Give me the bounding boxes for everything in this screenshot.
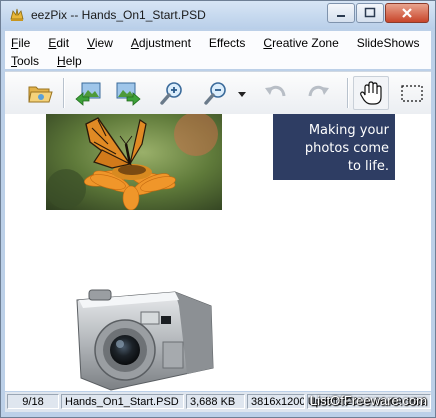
zoom-in-icon bbox=[160, 82, 182, 105]
open-folder-icon bbox=[28, 86, 53, 103]
menu-row-1: File Edit View Adjustment Effects Creati… bbox=[11, 34, 436, 52]
status-filename: Hands_On1_Start.PSD bbox=[61, 394, 184, 409]
next-image-button[interactable] bbox=[113, 78, 143, 108]
status-bar: 9/18 Hands_On1_Start.PSD 3,688 KB 3816x1… bbox=[5, 392, 431, 412]
menu-bar: File Edit View Adjustment Effects Creati… bbox=[5, 31, 431, 69]
app-window: eezPix -- Hands_On1_Start.PSD File Edit … bbox=[0, 0, 436, 418]
selection-marquee-icon bbox=[401, 85, 423, 102]
next-image-icon bbox=[116, 82, 141, 106]
caption-buttons bbox=[326, 3, 429, 23]
zoom-out-icon bbox=[204, 82, 226, 105]
digital-camera-photo bbox=[76, 289, 214, 391]
menu-creative-zone[interactable]: Creative Zone bbox=[263, 34, 338, 52]
status-filesize: 3,688 KB bbox=[186, 394, 245, 409]
hand-pan-button[interactable] bbox=[353, 76, 389, 110]
menu-slideshows[interactable]: SlideShows bbox=[357, 34, 420, 52]
menu-effects[interactable]: Effects bbox=[209, 34, 245, 52]
previous-image-button[interactable] bbox=[73, 78, 103, 108]
eezpix-app-icon bbox=[9, 7, 25, 23]
menu-edit[interactable]: Edit bbox=[48, 34, 69, 52]
zoom-dropdown-icon bbox=[238, 92, 246, 97]
zoom-dropdown-button[interactable] bbox=[235, 78, 249, 108]
window-title: eezPix -- Hands_On1_Start.PSD bbox=[31, 8, 206, 22]
menu-tools[interactable]: Tools bbox=[11, 52, 39, 70]
minimize-button[interactable] bbox=[327, 3, 355, 23]
maximize-button[interactable] bbox=[356, 3, 384, 23]
menu-file[interactable]: File bbox=[11, 34, 30, 52]
zoom-out-button[interactable] bbox=[201, 78, 231, 108]
previous-image-icon bbox=[75, 82, 101, 106]
status-image-position: 9/18 bbox=[7, 394, 59, 409]
slogan-banner: Making your photos come to life. bbox=[273, 114, 395, 180]
title-bar: eezPix -- Hands_On1_Start.PSD bbox=[1, 1, 435, 29]
toolbar bbox=[5, 71, 431, 115]
close-button[interactable] bbox=[385, 3, 429, 23]
menu-view[interactable]: View bbox=[87, 34, 113, 52]
undo-icon bbox=[265, 85, 286, 97]
watermark-text: ListOfFreeware.com bbox=[309, 393, 427, 408]
image-canvas[interactable]: Making your photos come to life. bbox=[5, 114, 431, 391]
undo-button[interactable] bbox=[261, 78, 291, 108]
redo-icon bbox=[308, 85, 329, 97]
redo-button[interactable] bbox=[303, 78, 333, 108]
open-folder-button[interactable] bbox=[25, 78, 55, 108]
toolbar-separator bbox=[347, 78, 349, 108]
zoom-in-button[interactable] bbox=[157, 78, 187, 108]
butterfly-photo bbox=[46, 114, 222, 210]
menu-help[interactable]: Help bbox=[57, 52, 82, 70]
selection-marquee-button[interactable] bbox=[397, 78, 427, 108]
status-dimensions: 3816x1200 bbox=[247, 394, 305, 409]
hand-pan-icon bbox=[360, 81, 382, 105]
toolbar-separator bbox=[63, 78, 65, 108]
menu-row-2: Tools Help bbox=[11, 52, 100, 70]
menu-adjustment[interactable]: Adjustment bbox=[131, 34, 191, 52]
